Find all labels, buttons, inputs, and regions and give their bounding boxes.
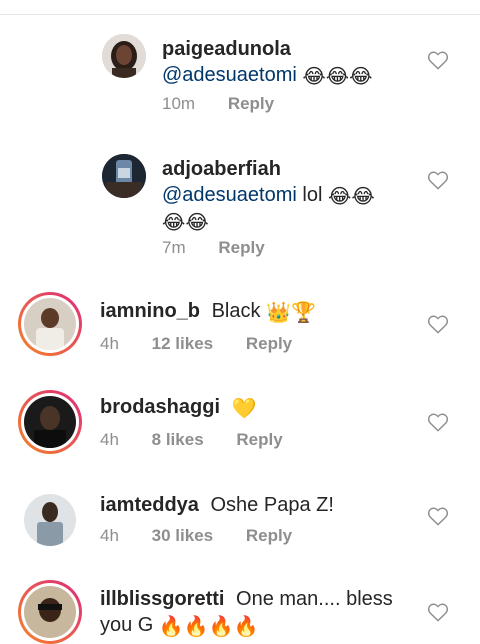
avatar-photo xyxy=(24,494,76,546)
like-heart-icon[interactable] xyxy=(427,412,449,432)
comment-text: iamteddya Oshe Papa Z! xyxy=(100,492,400,518)
reply-comment: adjoaberfiah @adesuaetomi lol 😂😂 😂😂 7m R… xyxy=(0,150,480,270)
like-heart-icon[interactable] xyxy=(427,506,449,526)
avatar[interactable] xyxy=(24,298,76,350)
comment-meta: 10m Reply xyxy=(162,94,274,114)
comment-username[interactable]: iamnino_b xyxy=(100,300,200,322)
reply-button[interactable]: Reply xyxy=(246,526,292,546)
reply-button[interactable]: Reply xyxy=(236,430,282,450)
reply-button[interactable]: Reply xyxy=(228,94,274,114)
comment-text: adjoaberfiah @adesuaetomi lol 😂😂 😂😂 xyxy=(162,156,422,234)
likes-count[interactable]: 8 likes xyxy=(152,430,204,450)
reply-button[interactable]: Reply xyxy=(246,334,292,354)
comment-text: brodashaggi 💛 xyxy=(100,394,400,420)
comment-meta: 4h 8 likes Reply xyxy=(100,430,283,450)
comment: iamnino_b Black 👑🏆 4h 12 likes Reply xyxy=(0,290,480,370)
comment: illblissgoretti One man.... bless you G … xyxy=(0,578,480,644)
comment-body-continued: you G xyxy=(100,614,154,636)
comment-meta: 4h 30 likes Reply xyxy=(100,526,292,546)
likes-count[interactable]: 12 likes xyxy=(152,334,213,354)
reply-button[interactable]: Reply xyxy=(218,238,264,258)
like-heart-icon[interactable] xyxy=(427,314,449,334)
avatar-photo xyxy=(24,586,76,638)
comment-username[interactable]: iamteddya xyxy=(100,494,199,516)
emoji-laughing: 😂😂 xyxy=(162,212,209,234)
reply-comment: paigeadunola @adesuaetomi 😂😂😂 10m Reply xyxy=(0,30,480,120)
emoji-fire: 🔥🔥🔥🔥 xyxy=(158,616,259,638)
comment-text: paigeadunola @adesuaetomi 😂😂😂 xyxy=(162,36,452,88)
avatar[interactable] xyxy=(24,494,76,546)
avatar[interactable] xyxy=(24,586,76,638)
comment-meta: 4h 12 likes Reply xyxy=(100,334,292,354)
comment-time: 7m xyxy=(162,238,186,257)
avatar-photo xyxy=(102,154,146,198)
comment-meta: 7m Reply xyxy=(162,238,265,258)
comment: iamteddya Oshe Papa Z! 4h 30 likes Reply xyxy=(0,486,480,566)
comment-body: Oshe Papa Z! xyxy=(210,494,334,516)
comment-mention[interactable]: @adesuaetomi xyxy=(162,64,297,86)
comment-text: illblissgoretti One man.... bless you G … xyxy=(100,586,410,638)
comment-text: iamnino_b Black 👑🏆 xyxy=(100,298,400,324)
avatar-photo xyxy=(102,34,146,78)
comment-mention[interactable]: @adesuaetomi xyxy=(162,184,297,206)
comment: brodashaggi 💛 4h 8 likes Reply xyxy=(0,388,480,468)
emoji-crown-trophy: 👑🏆 xyxy=(266,302,316,324)
emoji-laughing: 😂😂😂 xyxy=(302,66,373,88)
avatar[interactable] xyxy=(102,34,146,78)
avatar[interactable] xyxy=(24,396,76,448)
comment-time: 4h xyxy=(100,430,119,449)
top-divider xyxy=(0,0,480,15)
comment-body: lol xyxy=(302,184,323,206)
comment-username[interactable]: illblissgoretti xyxy=(100,588,224,610)
like-heart-icon[interactable] xyxy=(427,602,449,622)
like-heart-icon[interactable] xyxy=(427,50,449,70)
comment-body: Black xyxy=(211,300,261,322)
comment-time: 4h xyxy=(100,334,119,353)
comment-time: 4h xyxy=(100,526,119,545)
comment-username[interactable]: paigeadunola xyxy=(162,38,291,60)
likes-count[interactable]: 30 likes xyxy=(152,526,213,546)
comment-body: One man.... bless xyxy=(236,588,393,610)
avatar-photo xyxy=(24,298,76,350)
emoji-yellow-heart: 💛 xyxy=(231,398,257,420)
comment-username[interactable]: adjoaberfiah xyxy=(162,158,281,180)
avatar-photo xyxy=(24,396,76,448)
avatar[interactable] xyxy=(102,154,146,198)
emoji-laughing: 😂😂 xyxy=(327,186,375,208)
comment-time: 10m xyxy=(162,94,196,113)
like-heart-icon[interactable] xyxy=(427,170,449,190)
comment-username[interactable]: brodashaggi xyxy=(100,396,220,418)
